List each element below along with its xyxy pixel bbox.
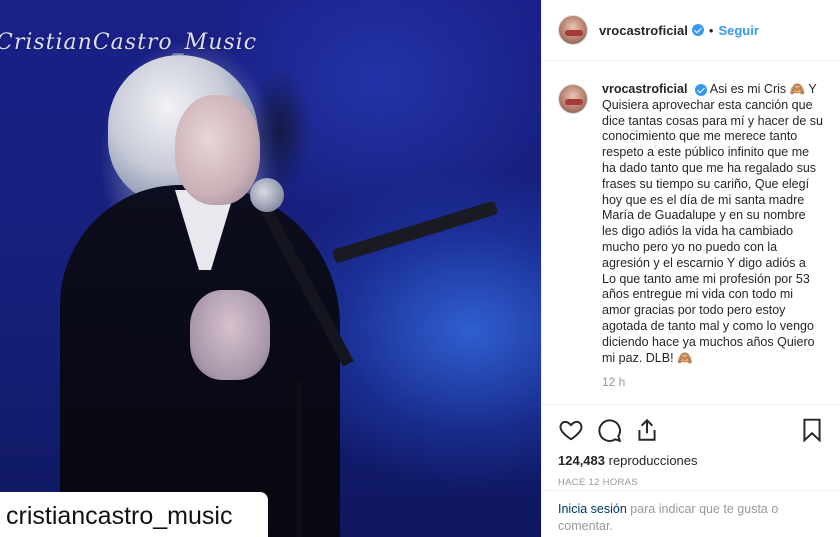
header-separator: •	[708, 22, 714, 38]
comment-icon[interactable]	[596, 417, 622, 443]
background-musician	[250, 70, 310, 190]
post-timestamp[interactable]: HACE 12 HORAS	[558, 477, 825, 488]
comment-prompt: Inicia sesión para indicar que te gusta …	[542, 490, 840, 537]
caption-text-block: vrocastroficial Asi es mi Cris 🙈 Y Quisi…	[602, 82, 823, 366]
post-header: vrocastroficial • Seguir	[542, 0, 840, 61]
caption-time-ago: 12 h	[602, 375, 626, 390]
views-count: 124,483 reproducciones	[558, 453, 825, 468]
caption-section: vrocastroficial Asi es mi Cris 🙈 Y Quisi…	[542, 62, 840, 404]
caption-avatar[interactable]	[558, 84, 588, 114]
share-icon[interactable]	[634, 417, 660, 443]
action-icons-row	[558, 415, 825, 445]
login-link[interactable]: Inicia sesión	[558, 502, 627, 516]
microphone	[250, 178, 284, 212]
views-number: 124,483	[558, 453, 605, 468]
verified-badge-icon	[691, 24, 704, 36]
caption-text: Asi es mi Cris 🙈 Y Quisiera aprovechar e…	[602, 82, 823, 365]
views-label: reproducciones	[608, 453, 698, 468]
actions-section: 124,483 reproducciones HACE 12 HORAS	[542, 404, 840, 488]
avatar[interactable]	[558, 15, 588, 45]
caption-body: vrocastroficial Asi es mi Cris 🙈 Y Quisi…	[602, 82, 823, 404]
video-credit-label: cristiancastro_music	[0, 492, 268, 537]
post-side-panel: vrocastroficial • Seguir vrocastroficial…	[541, 0, 840, 537]
bookmark-icon[interactable]	[799, 417, 825, 443]
singer-face	[175, 95, 260, 205]
caption-username[interactable]: vrocastroficial	[602, 82, 687, 96]
heart-icon[interactable]	[558, 417, 584, 443]
header-username[interactable]: vrocastroficial	[599, 23, 688, 38]
singer-hand	[190, 290, 270, 380]
video-player[interactable]: CristianCastro_Music cristiancastro_musi…	[0, 0, 541, 537]
mic-stand-pole	[296, 380, 302, 537]
guitar-neck	[331, 200, 499, 264]
caption-verified-badge-icon	[694, 83, 707, 96]
follow-button[interactable]: Seguir	[718, 23, 758, 38]
video-watermark: CristianCastro_Music	[0, 30, 258, 55]
